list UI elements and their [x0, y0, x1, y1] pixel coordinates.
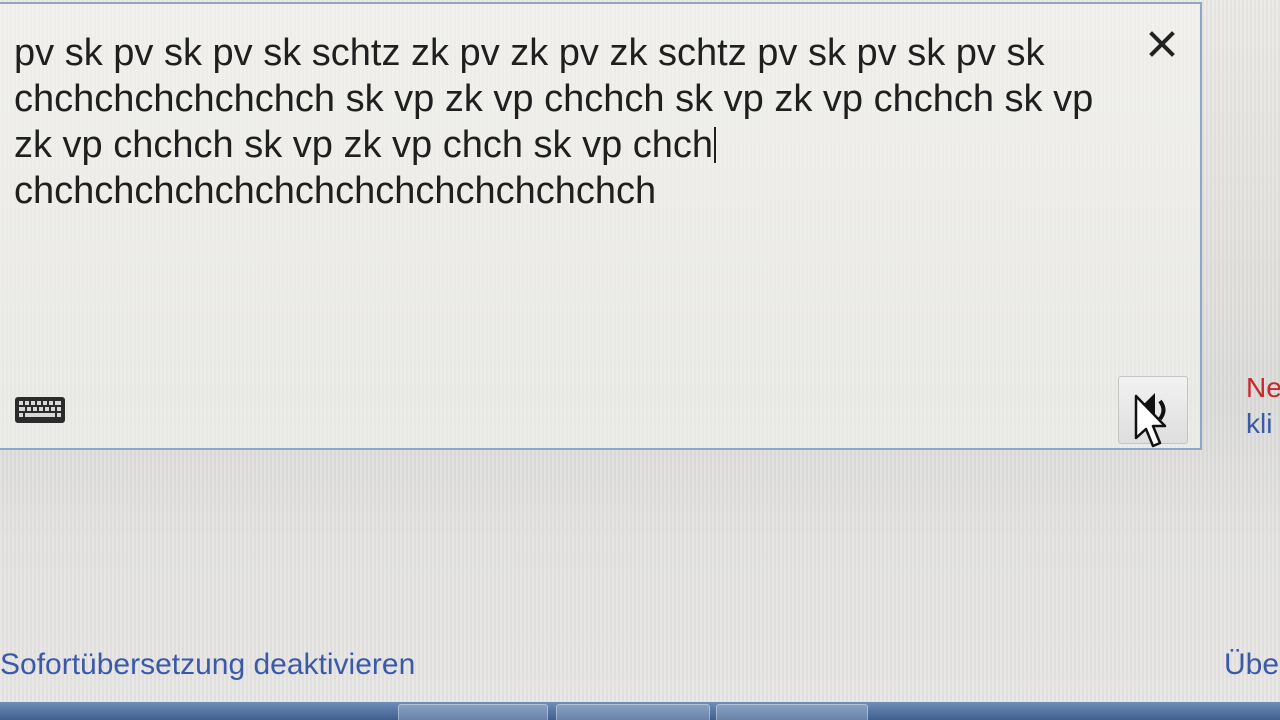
virtual-keyboard-button[interactable] [14, 396, 66, 424]
disable-instant-translation-link[interactable]: Sofortübersetzung deaktivieren [0, 648, 415, 682]
keyboard-icon [15, 397, 65, 423]
right-panel-link-fragment[interactable]: Übe [1224, 648, 1279, 682]
taskbar [0, 702, 1280, 720]
side-hint-fragment-link[interactable]: kli [1246, 408, 1272, 440]
clear-text-button[interactable] [1144, 26, 1180, 62]
translate-page: pv sk pv sk pv sk schtz zk pv zk pv zk s… [0, 0, 1280, 720]
close-icon [1149, 31, 1175, 57]
text-caret [714, 127, 717, 163]
mouse-pointer-icon [1134, 394, 1167, 448]
taskbar-button[interactable] [716, 704, 868, 720]
source-text-after-caret: chchchchchchchchchchchchchchchch [14, 170, 657, 212]
source-text-before-caret: pv sk pv sk pv sk schtz zk pv zk pv zk s… [14, 32, 1104, 166]
source-text-box[interactable]: pv sk pv sk pv sk schtz zk pv zk pv zk s… [0, 2, 1202, 450]
source-text-area[interactable]: pv sk pv sk pv sk schtz zk pv zk pv zk s… [14, 30, 1094, 214]
taskbar-button[interactable] [398, 704, 548, 720]
side-hint-fragment-red: Ne [1246, 372, 1280, 403]
taskbar-button[interactable] [556, 704, 710, 720]
